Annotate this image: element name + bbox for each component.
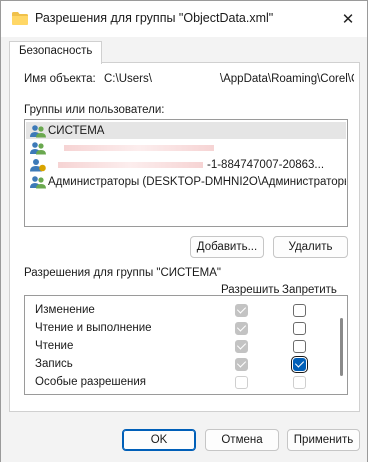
close-icon: ✕ — [341, 11, 355, 28]
permission-name: Особые разрешения — [35, 376, 147, 388]
permission-row: Чтение — [25, 338, 335, 356]
tab-strip: Безопасность — [9, 41, 359, 64]
user-item-label: -1-884747007-20863... — [207, 158, 325, 171]
apply-button[interactable]: Применить — [287, 429, 360, 451]
redaction-mark — [58, 161, 203, 168]
permissions-dialog: Разрешения для группы "ObjectData.xml" ✕… — [0, 0, 368, 462]
permissions-list[interactable]: Изменение Чтение и выполнение Чтение Зап… — [24, 295, 348, 395]
remove-button[interactable]: Удалить — [273, 236, 348, 258]
user-item-administrators[interactable]: Администраторы (DESKTOP-DMHNI2O\Админист… — [26, 173, 346, 190]
deny-checkbox[interactable] — [293, 340, 306, 353]
permission-row: Запись — [25, 356, 335, 374]
security-panel: Имя объекта: C:\Users\ \AppData\Roaming\C… — [9, 62, 360, 412]
object-name-label: Имя объекта: — [24, 73, 96, 85]
close-button[interactable]: ✕ — [335, 6, 361, 32]
permission-name: Чтение — [35, 340, 74, 352]
permissions-label: Разрешения для группы "СИСТЕМА" — [24, 267, 222, 279]
redaction-mark — [64, 144, 214, 151]
permission-name: Изменение — [35, 304, 95, 316]
users-group-icon — [30, 124, 46, 137]
window-title: Разрешения для группы "ObjectData.xml" — [35, 11, 274, 25]
permission-row: Чтение и выполнение — [25, 320, 335, 338]
deny-checkbox[interactable] — [293, 322, 306, 335]
users-group-icon — [30, 175, 46, 188]
allow-checkbox — [235, 376, 248, 389]
user-item-system[interactable]: СИСТЕМА — [26, 122, 346, 139]
deny-checkbox[interactable] — [291, 356, 308, 373]
allow-checkbox — [235, 322, 248, 335]
users-list[interactable]: СИСТЕМА -1-884747007-20863... Администра… — [24, 119, 348, 227]
title-bar: Разрешения для группы "ObjectData.xml" ✕ — [1, 1, 367, 37]
allow-checkbox — [235, 304, 248, 317]
object-path-suffix: \AppData\Roaming\Corel\CorelD — [219, 73, 354, 85]
users-group-icon — [30, 141, 46, 154]
add-button[interactable]: Добавить... — [190, 236, 264, 258]
ok-button[interactable]: OK — [122, 429, 196, 451]
deny-checkbox[interactable] — [293, 304, 306, 317]
permission-name: Чтение и выполнение — [35, 322, 152, 334]
allow-checkbox — [235, 340, 248, 353]
object-path-prefix: C:\Users\ — [104, 73, 152, 85]
user-question-icon — [30, 158, 46, 171]
permission-name: Запись — [35, 358, 73, 370]
folder-icon — [12, 12, 28, 25]
cancel-button[interactable]: Отмена — [205, 429, 279, 451]
object-path: C:\Users\ \AppData\Roaming\Corel\CorelD — [104, 73, 354, 85]
allow-checkbox — [235, 358, 248, 371]
user-item-redacted-2[interactable]: -1-884747007-20863... — [26, 156, 346, 173]
dialog-footer: OK Отмена Применить — [1, 419, 367, 462]
permission-row: Изменение — [25, 302, 335, 320]
groups-label: Группы или пользователи: — [24, 104, 165, 116]
deny-checkbox — [293, 376, 306, 389]
permission-row: Особые разрешения — [25, 374, 335, 392]
user-item-redacted-1[interactable] — [26, 139, 346, 156]
user-item-label: СИСТЕМА — [48, 124, 105, 137]
tab-security[interactable]: Безопасность — [9, 41, 103, 64]
permissions-scrollbar[interactable] — [340, 318, 343, 376]
user-item-label: Администраторы (DESKTOP-DMHNI2O\Админист… — [48, 175, 346, 188]
